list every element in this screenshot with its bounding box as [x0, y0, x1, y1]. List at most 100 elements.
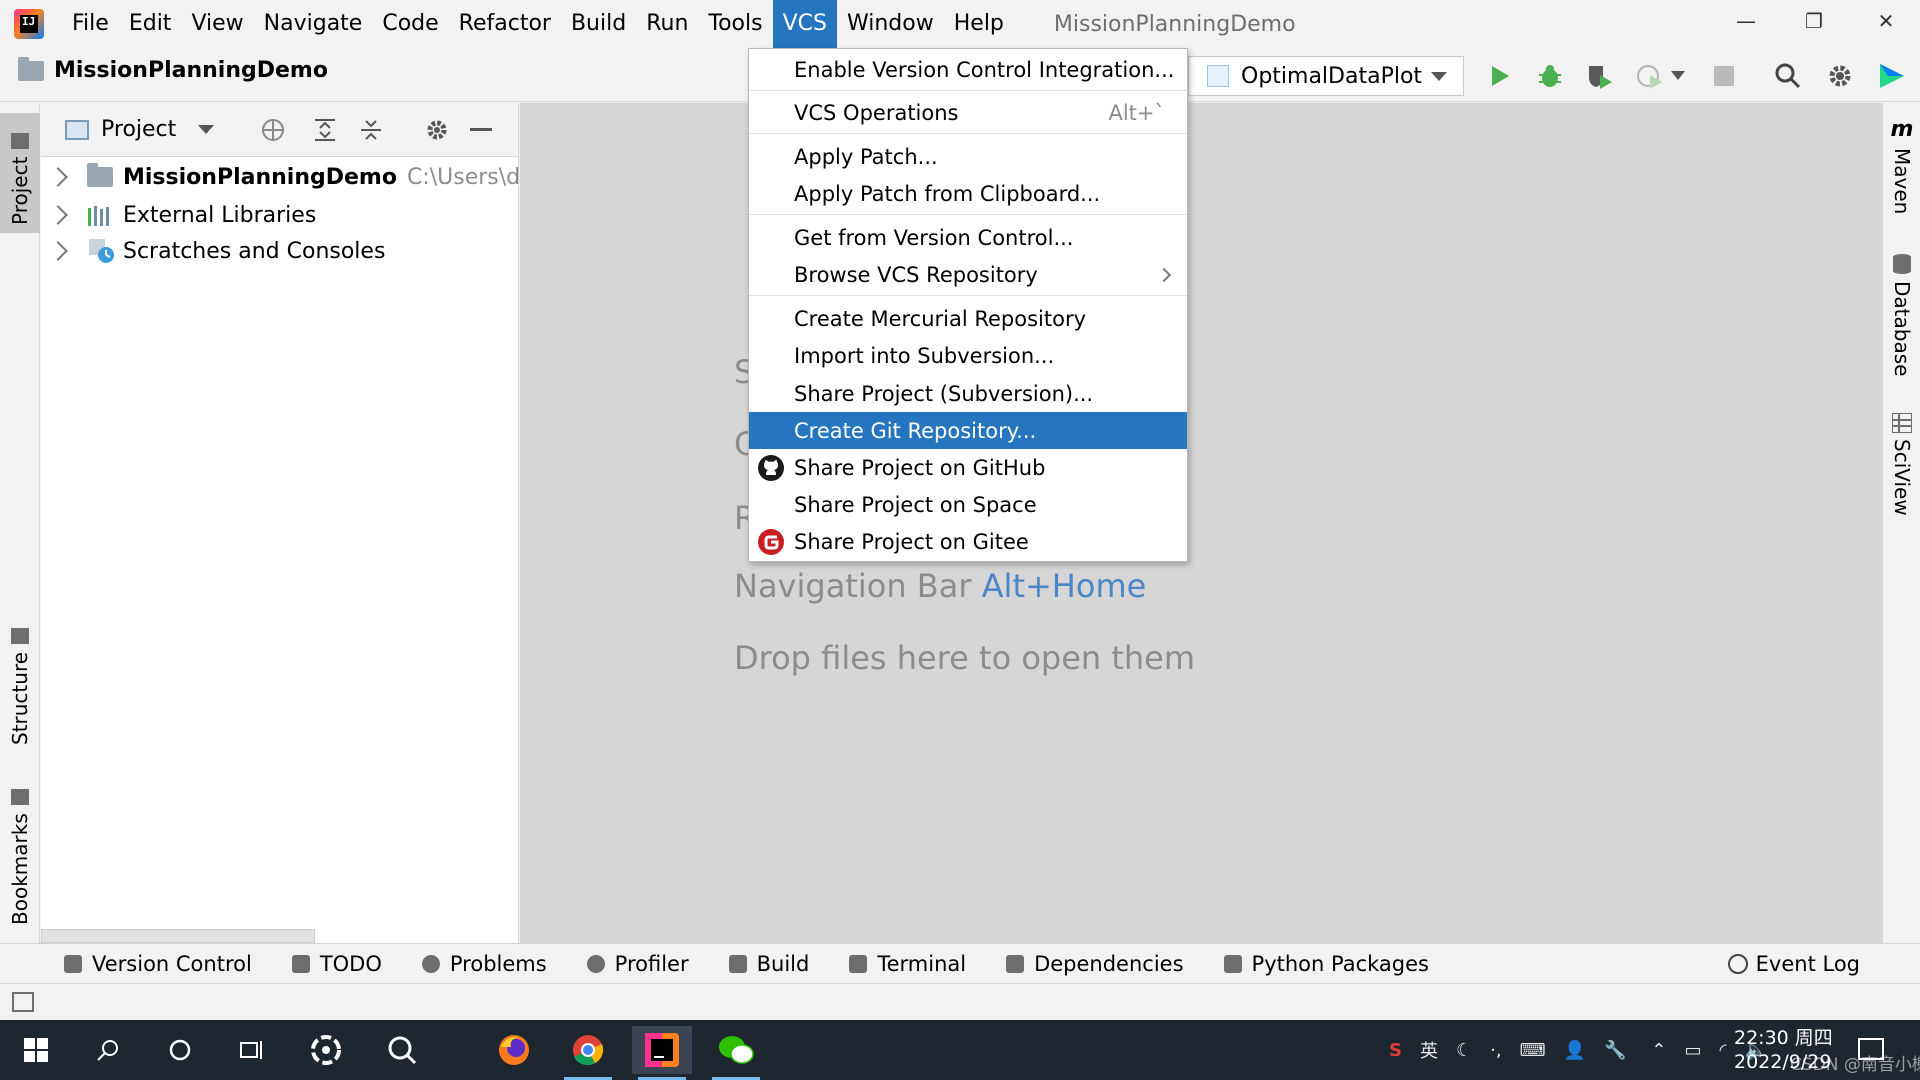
menu-item-import-into-subversion[interactable]: Import into Subversion... [749, 337, 1187, 374]
search-everywhere-button[interactable] [1768, 58, 1808, 94]
menu-item-create-mercurial-repository[interactable]: Create Mercurial Repository [749, 300, 1187, 337]
stop-button[interactable] [1704, 58, 1744, 94]
tool-event-log[interactable]: Event Log [1727, 944, 1860, 984]
scratches-icon [89, 239, 114, 263]
shield-run-icon [1589, 66, 1612, 89]
tool-dependencies[interactable]: Dependencies [1006, 952, 1184, 976]
menu-tools[interactable]: Tools [698, 0, 772, 48]
panel-options-button[interactable] [421, 115, 453, 145]
run-configuration-selector[interactable]: OptimalDataPlot [1188, 56, 1464, 96]
chevron-right-icon[interactable] [48, 167, 68, 187]
tool-problems[interactable]: Problems [421, 952, 547, 976]
menu-help[interactable]: Help [944, 0, 1014, 48]
taskbar-wechat[interactable] [706, 1026, 766, 1080]
tab-maven[interactable]: m Maven [1883, 117, 1920, 227]
menu-item-share-on-github[interactable]: Share Project on GitHub [749, 449, 1187, 486]
start-button[interactable] [6, 1026, 66, 1074]
tool-todo[interactable]: TODO [291, 952, 382, 976]
wrench-icon[interactable]: 🔧 [1604, 1040, 1626, 1061]
menu-item-get-from-vcs[interactable]: Get from Version Control... [749, 219, 1187, 256]
tool-build[interactable]: Build [728, 952, 809, 976]
punctuation-icon[interactable]: ·, [1490, 1040, 1501, 1061]
menu-item-enable-vcs-integration[interactable]: Enable Version Control Integration... [749, 51, 1187, 88]
taskbar-chrome[interactable] [558, 1026, 618, 1080]
taskbar-app-pinwheel[interactable] [296, 1026, 356, 1074]
menu-item-shortcut: Alt+` [1108, 100, 1165, 125]
settings-button[interactable] [1820, 58, 1860, 94]
breadcrumb[interactable]: MissionPlanningDemo [18, 56, 328, 83]
menu-refactor[interactable]: Refactor [449, 0, 561, 48]
magnifier-app-icon [388, 1036, 417, 1065]
menu-item-vcs-operations[interactable]: VCS Operations Alt+` [749, 94, 1187, 131]
sogou-ime-icon[interactable]: S [1389, 1040, 1402, 1061]
expand-all-button[interactable] [309, 115, 341, 145]
menu-vcs[interactable]: VCS [772, 0, 837, 48]
menu-build[interactable]: Build [561, 0, 636, 48]
more-run-options-button[interactable] [1666, 58, 1690, 94]
tab-bookmarks[interactable]: Bookmarks [0, 773, 40, 933]
hide-panel-button[interactable] [465, 115, 497, 145]
chevron-right-icon[interactable] [48, 241, 68, 261]
profile-button[interactable] [1630, 58, 1670, 94]
chevron-up-icon[interactable]: ⌃ [1651, 1040, 1666, 1061]
tool-terminal[interactable]: Terminal [849, 952, 966, 976]
menu-code[interactable]: Code [372, 0, 448, 48]
taskbar-firefox[interactable] [484, 1026, 544, 1074]
menu-item-share-on-space[interactable]: Share Project on Space [749, 486, 1187, 523]
tab-database[interactable]: Database [1883, 253, 1920, 393]
debug-button[interactable] [1530, 58, 1570, 94]
menu-run[interactable]: Run [636, 0, 698, 48]
task-view-button[interactable] [222, 1026, 282, 1074]
moon-icon[interactable]: ☾ [1456, 1040, 1472, 1061]
tree-item-external-libraries[interactable]: External Libraries [41, 197, 316, 233]
tab-sciview[interactable]: SciView [1883, 413, 1920, 533]
horizontal-scrollbar[interactable] [41, 929, 315, 943]
toggle-tool-windows-icon[interactable] [12, 992, 34, 1012]
menu-window[interactable]: Window [837, 0, 944, 48]
close-button[interactable]: ✕ [1858, 0, 1914, 44]
menu-item-apply-patch[interactable]: Apply Patch... [749, 138, 1187, 175]
tree-item-project-root[interactable]: MissionPlanningDemo C:\Users\dengf [41, 159, 569, 195]
restore-button[interactable]: ❐ [1786, 0, 1842, 44]
cortana-button[interactable] [150, 1026, 210, 1074]
collapse-all-button[interactable] [355, 115, 387, 145]
warning-icon [421, 954, 440, 973]
menu-item-share-on-gitee[interactable]: Share Project on Gitee [749, 523, 1187, 560]
tool-python-packages[interactable]: Python Packages [1223, 952, 1429, 976]
tab-structure[interactable]: Structure [0, 603, 40, 753]
minimize-button[interactable]: — [1718, 0, 1774, 44]
menu-item-label: Create Mercurial Repository [794, 306, 1087, 331]
battery-icon[interactable]: ▭ [1684, 1040, 1701, 1061]
tool-profiler[interactable]: Profiler [586, 952, 689, 976]
menu-item-browse-vcs-repository[interactable]: Browse VCS Repository [749, 256, 1187, 293]
select-opened-file-button[interactable] [257, 115, 289, 145]
menu-edit[interactable]: Edit [119, 0, 182, 48]
windows-logo-icon [24, 1038, 48, 1062]
menu-view[interactable]: View [181, 0, 253, 48]
taskbar-search-button[interactable] [78, 1026, 138, 1074]
tab-maven-label: Maven [1890, 148, 1914, 215]
menu-item-share-project-subversion[interactable]: Share Project (Subversion)... [749, 375, 1187, 412]
coverage-button[interactable] [1580, 58, 1620, 94]
project-view-selector[interactable]: Project [101, 117, 176, 142]
ime-language-indicator[interactable]: 英 [1420, 1037, 1438, 1063]
taskbar-intellij[interactable] [632, 1026, 692, 1080]
layers-icon [1223, 954, 1242, 973]
taskbar-app-search-tool[interactable] [372, 1026, 432, 1074]
menu-item-apply-patch-clipboard[interactable]: Apply Patch from Clipboard... [749, 175, 1187, 212]
keyboard-icon[interactable]: ⌨ [1520, 1040, 1546, 1061]
menu-item-create-git-repository[interactable]: Create Git Repository... [749, 412, 1187, 449]
tab-project[interactable]: Project [0, 113, 40, 233]
intellij-logo-icon[interactable]: IJ [14, 9, 44, 39]
code-with-me-button[interactable] [1872, 58, 1912, 94]
menu-navigate[interactable]: Navigate [254, 0, 373, 48]
tool-version-control[interactable]: Version Control [64, 952, 252, 976]
user-icon[interactable]: 👤 [1564, 1040, 1586, 1061]
menu-file[interactable]: File [62, 0, 119, 48]
chevron-down-icon[interactable] [198, 125, 215, 134]
tree-item-scratches[interactable]: Scratches and Consoles [41, 233, 385, 269]
wifi-icon[interactable]: ◜ [1720, 1040, 1727, 1061]
chevron-right-icon[interactable] [48, 205, 68, 225]
notification-center-icon[interactable] [1858, 1038, 1884, 1060]
run-button[interactable] [1480, 58, 1520, 94]
